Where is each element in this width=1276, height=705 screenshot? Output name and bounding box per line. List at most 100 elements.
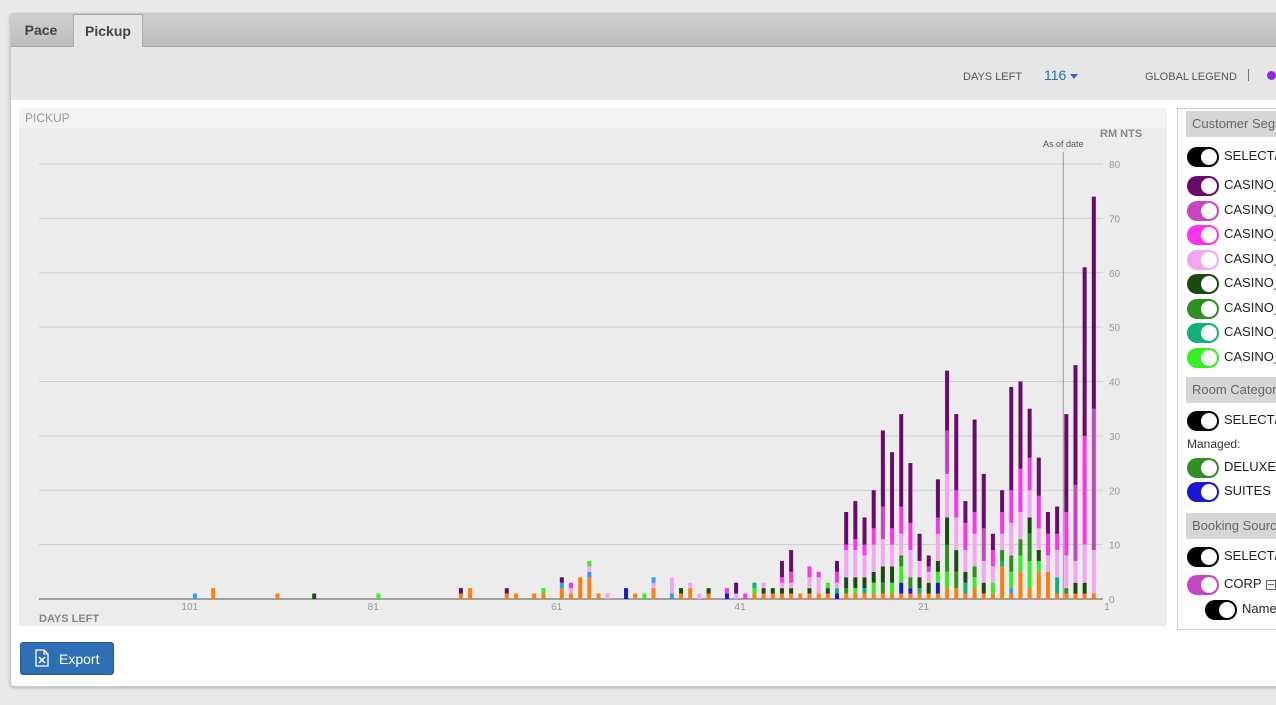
bar-segment: [1009, 571, 1014, 589]
tab-pickup[interactable]: Pickup: [73, 14, 143, 48]
bar-segment: [862, 555, 867, 578]
toggle-switch[interactable]: [1187, 274, 1219, 294]
bar-segment: [734, 593, 739, 599]
bar-segment: [880, 506, 885, 540]
days-left-label: DAYS LEFT: [963, 71, 1023, 83]
bar-segment: [871, 528, 876, 545]
toggle-switch[interactable]: [1187, 225, 1219, 245]
bar-segment: [1082, 544, 1087, 583]
bar-segment: [651, 577, 656, 583]
bar-segment: [679, 588, 684, 594]
bar-segment: [963, 550, 968, 572]
y-tick-label: 80: [1109, 160, 1121, 171]
legend-dot-icon[interactable]: [1267, 71, 1276, 80]
bar-segment: [853, 577, 858, 589]
bar-segment: [1055, 550, 1060, 578]
bar-segment: [890, 593, 895, 599]
excel-icon: [35, 649, 49, 667]
x-tick-label: 21: [918, 602, 930, 613]
bar-segment: [1036, 560, 1041, 572]
bar-segment: [724, 593, 729, 599]
toggle-switch[interactable]: [1187, 575, 1219, 595]
managed-label: Managed:: [1187, 437, 1241, 451]
bar-segment: [935, 593, 940, 599]
bar-segment: [1045, 512, 1050, 534]
toggle-switch[interactable]: [1187, 147, 1219, 167]
bar-segment: [899, 414, 904, 507]
tab-pace[interactable]: Pace: [11, 14, 71, 46]
bar-segment: [908, 577, 913, 589]
bar-segment: [724, 588, 729, 594]
source-name-label: Name: [1242, 601, 1276, 616]
bar-segment: [513, 593, 518, 599]
room-categories-header[interactable]: Room Categories: [1186, 377, 1276, 403]
bar-segment: [1027, 588, 1032, 599]
bar-segment: [706, 588, 711, 594]
toggle-switch[interactable]: [1187, 411, 1219, 431]
bar-segment: [569, 588, 573, 594]
bar-segment: [954, 588, 959, 599]
source-corp-label: CORP: [1224, 576, 1276, 591]
bar-segment: [605, 593, 610, 599]
bar-segment: [1073, 365, 1078, 485]
bar-segment: [761, 593, 766, 599]
bar-segment: [862, 517, 867, 545]
bar-segment: [862, 577, 867, 589]
bar-segment: [761, 582, 766, 589]
toggle-switch[interactable]: [1187, 482, 1219, 502]
bar-segment: [917, 593, 922, 599]
bar-segment: [1027, 517, 1032, 534]
days-left-dropdown[interactable]: 116: [1044, 67, 1079, 83]
toggle-switch[interactable]: [1187, 250, 1219, 270]
bar-segment: [569, 582, 573, 589]
customer-segments-header[interactable]: Customer Segments: [1186, 111, 1276, 137]
bar-segment: [779, 582, 784, 589]
bar-segment: [926, 555, 931, 567]
collapse-icon[interactable]: [1265, 579, 1276, 590]
booking-sources-header[interactable]: Booking Sources: [1186, 513, 1276, 539]
toggle-switch[interactable]: [1187, 299, 1219, 319]
bar-segment: [587, 560, 592, 567]
bar-segment: [972, 419, 977, 512]
x-tick-label: 1: [1104, 602, 1110, 613]
bar-segment: [1027, 408, 1032, 458]
bar-segment: [578, 577, 583, 599]
bar-segment: [734, 582, 739, 594]
x-tick-label: 41: [735, 602, 747, 613]
bar-segment: [880, 582, 885, 594]
bar-segment: [770, 593, 775, 599]
toggle-switch[interactable]: [1187, 201, 1219, 221]
bar-segment: [1000, 566, 1005, 599]
bar-segment: [917, 588, 922, 594]
toggle-switch[interactable]: [1187, 176, 1219, 196]
y-tick-label: 30: [1109, 432, 1121, 443]
bar-segment: [871, 593, 876, 599]
toggle-switch[interactable]: [1187, 547, 1219, 567]
bar-segment: [596, 593, 601, 599]
bar-segment: [862, 544, 867, 556]
bar-segment: [825, 582, 830, 589]
x-tick-label: 101: [181, 602, 198, 613]
bar-segment: [954, 414, 959, 491]
bar-segment: [1091, 593, 1096, 599]
pickup-chart-panel: PICKUP 0 10 20 30 40 50 60 70 80 101 81 61 41 21 1 RM N…: [19, 108, 1167, 626]
bar-segment: [1055, 533, 1060, 551]
bar-segment: [926, 566, 931, 572]
room-suites-label: SUITES: [1224, 483, 1271, 498]
bar-segment: [559, 577, 564, 583]
toggle-switch[interactable]: [1187, 348, 1219, 368]
x-tick-label: 81: [368, 602, 380, 613]
bar-segment: [862, 593, 867, 599]
bar-segment: [835, 571, 839, 583]
toggle-switch[interactable]: [1187, 458, 1219, 478]
bar-segment: [871, 490, 876, 529]
export-button[interactable]: Export: [20, 642, 114, 675]
bar-segment: [954, 517, 959, 551]
bar-segment: [789, 582, 794, 589]
toggle-switch[interactable]: [1205, 600, 1237, 620]
bar-segment: [1009, 522, 1014, 556]
bar-segment: [807, 566, 812, 578]
bar-segment: [972, 588, 977, 599]
bar-segment: [761, 588, 766, 594]
toggle-switch[interactable]: [1187, 323, 1219, 343]
